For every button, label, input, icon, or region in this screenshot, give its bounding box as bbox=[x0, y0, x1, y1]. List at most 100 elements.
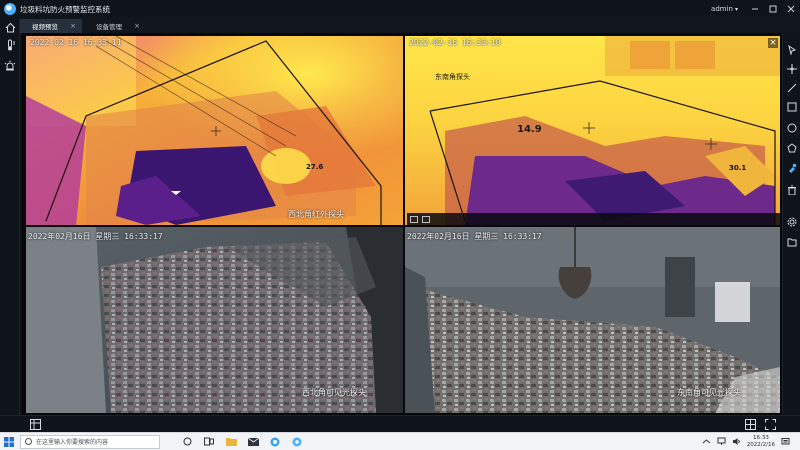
polygon-tool-button[interactable] bbox=[785, 141, 799, 155]
bottom-toolbar bbox=[0, 415, 800, 432]
left-sidebar bbox=[0, 18, 20, 415]
search-icon bbox=[25, 438, 32, 445]
thermal-image bbox=[405, 36, 780, 225]
thermometer-icon bbox=[7, 39, 15, 51]
trash-icon bbox=[788, 185, 796, 195]
close-view-icon[interactable]: × bbox=[768, 38, 778, 48]
rectangle-tool-button[interactable] bbox=[785, 100, 799, 114]
camera-label: 西北角可见光探头 bbox=[302, 388, 366, 397]
task-view-icon bbox=[204, 437, 214, 446]
folder-icon bbox=[787, 238, 797, 247]
temperature-reading: 14.9 bbox=[517, 124, 542, 135]
line-icon bbox=[787, 83, 797, 93]
visible-image bbox=[26, 227, 403, 413]
delete-button[interactable] bbox=[785, 183, 799, 197]
tab-label: 设备管理 bbox=[96, 23, 122, 31]
chevron-down-icon: ▾ bbox=[734, 6, 738, 13]
mail-icon bbox=[247, 437, 259, 446]
snapshot-icon[interactable] bbox=[410, 215, 418, 223]
temperature-reading: 27.6 bbox=[306, 163, 324, 171]
tab-video-preview[interactable]: 视频预览 × bbox=[20, 19, 82, 33]
app-window: 垃圾料坑防火预警监控系统 admin ▾ 视频预览 × 设备管理 × 2022-… bbox=[0, 0, 800, 450]
home-button[interactable] bbox=[3, 20, 17, 34]
folder-button[interactable] bbox=[785, 235, 799, 249]
system-tray: 16:33 2022/2/16 bbox=[702, 435, 800, 449]
camera-view-2[interactable]: 2022-02-16 16:33:10 东南角探头 14.9 30.1 × bbox=[405, 36, 780, 225]
search-placeholder: 在这里输入你要搜索的内容 bbox=[36, 439, 109, 446]
cursor-icon bbox=[788, 45, 797, 55]
color-tool-button[interactable] bbox=[785, 161, 799, 175]
camera-view-4[interactable]: 2022年02月16日 星期三 16:33:17 东南角可见光探头 bbox=[405, 227, 780, 413]
maximize-icon bbox=[769, 5, 777, 13]
settings-button[interactable] bbox=[785, 215, 799, 229]
alarm-light-icon bbox=[4, 60, 16, 70]
browser-button[interactable] bbox=[268, 435, 282, 449]
title-bar: 垃圾料坑防火预警监控系统 admin ▾ bbox=[0, 0, 800, 18]
color-picker-icon bbox=[789, 163, 797, 173]
monitor-app-button[interactable] bbox=[290, 435, 304, 449]
clock-time: 16:33 bbox=[752, 434, 769, 441]
taskbar-search[interactable]: 在这里输入你要搜索的内容 bbox=[20, 434, 160, 449]
right-toolbar bbox=[782, 33, 800, 415]
browser-icon bbox=[270, 437, 280, 446]
windows-logo-icon bbox=[4, 436, 14, 447]
camera-view-3[interactable]: 2022年02月16日 星期三 16:33:17 西北角可见光探头 bbox=[26, 227, 403, 413]
maximize-button[interactable] bbox=[764, 0, 782, 18]
taskbar-clock[interactable]: 16:33 2022/2/16 bbox=[747, 435, 775, 449]
camera-timestamp: 2022-02-16 16:33:10 bbox=[409, 38, 501, 47]
gear-icon bbox=[787, 217, 797, 227]
cortana-icon bbox=[183, 437, 191, 446]
chevron-up-icon[interactable] bbox=[702, 437, 711, 446]
app-logo-icon bbox=[292, 437, 302, 446]
rectangle-icon bbox=[787, 102, 797, 112]
network-icon[interactable] bbox=[717, 437, 726, 446]
circle-icon bbox=[787, 123, 797, 133]
os-taskbar: 在这里输入你要搜索的内容 16:33 2022/2/16 bbox=[0, 432, 800, 450]
split-screen-button[interactable] bbox=[744, 418, 757, 431]
camera-label: 东南角探头 bbox=[435, 73, 470, 81]
visible-image bbox=[405, 227, 780, 413]
camera-label: 东南角可见光探头 bbox=[677, 388, 741, 397]
view-toolbar bbox=[407, 213, 780, 225]
layout-button[interactable] bbox=[29, 418, 42, 431]
camera-label: 西北角红外探头 bbox=[288, 210, 344, 219]
user-menu[interactable]: admin ▾ bbox=[711, 5, 738, 13]
alarm-button[interactable] bbox=[3, 58, 17, 72]
record-icon[interactable] bbox=[422, 215, 430, 223]
mail-button[interactable] bbox=[246, 435, 260, 449]
tab-device-management[interactable]: 设备管理 × bbox=[84, 19, 146, 33]
task-view-button[interactable] bbox=[202, 435, 216, 449]
tab-label: 视频预览 bbox=[32, 23, 58, 31]
volume-icon[interactable] bbox=[732, 437, 741, 446]
camera-view-1[interactable]: 2022-02-16 16:33:11 27.6 西北角红外探头 bbox=[26, 36, 403, 225]
close-icon bbox=[787, 5, 795, 13]
camera-timestamp: 2022年02月16日 星期三 16:33:17 bbox=[407, 232, 542, 241]
minimize-button[interactable] bbox=[746, 0, 764, 18]
tab-bar: 视频预览 × 设备管理 × bbox=[20, 18, 800, 33]
split-screen-icon bbox=[745, 419, 756, 430]
thermal-button[interactable] bbox=[3, 38, 17, 52]
cortana-button[interactable] bbox=[180, 435, 194, 449]
point-tool-button[interactable] bbox=[785, 62, 799, 76]
tab-close-icon[interactable]: × bbox=[134, 22, 140, 30]
layout-grid-icon bbox=[30, 419, 41, 430]
home-icon bbox=[5, 22, 15, 32]
thermal-image bbox=[26, 36, 403, 225]
camera-timestamp: 2022-02-16 16:33:11 bbox=[30, 38, 122, 47]
video-grid: 2022-02-16 16:33:11 27.6 西北角红外探头 2022-02… bbox=[22, 33, 782, 415]
file-explorer-button[interactable] bbox=[224, 435, 238, 449]
circle-tool-button[interactable] bbox=[785, 121, 799, 135]
crosshair-icon bbox=[787, 64, 797, 74]
select-tool-button[interactable] bbox=[785, 43, 799, 57]
notification-icon[interactable] bbox=[781, 437, 790, 446]
fullscreen-button[interactable] bbox=[764, 418, 777, 431]
close-button[interactable] bbox=[782, 0, 800, 18]
fullscreen-icon bbox=[765, 419, 776, 430]
minimize-icon bbox=[752, 8, 758, 10]
user-name: admin bbox=[711, 5, 733, 13]
polygon-icon bbox=[787, 143, 797, 153]
line-tool-button[interactable] bbox=[785, 81, 799, 95]
tab-close-icon[interactable]: × bbox=[70, 22, 76, 30]
temperature-reading: 30.1 bbox=[729, 164, 747, 172]
start-button[interactable] bbox=[0, 433, 18, 450]
